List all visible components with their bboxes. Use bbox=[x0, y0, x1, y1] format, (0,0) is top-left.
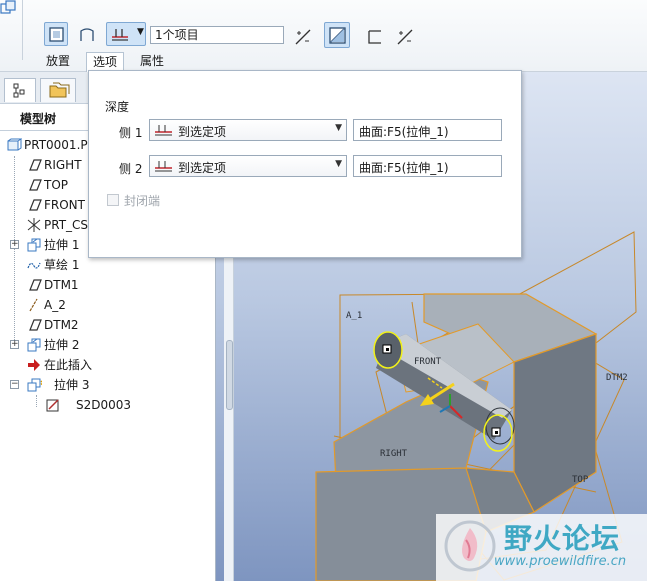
thicken-sketch-button[interactable] bbox=[362, 24, 386, 48]
watermark-url: www.proewildfire.cn bbox=[494, 554, 627, 569]
tab-properties[interactable]: 属性 bbox=[134, 52, 170, 72]
label-top: TOP bbox=[572, 475, 589, 485]
app-corner-icon bbox=[0, 0, 16, 14]
section-sketch-icon: ✱ bbox=[46, 399, 59, 412]
reference-collector-field[interactable]: 1个项目 bbox=[150, 26, 284, 44]
sketch-icon bbox=[27, 262, 41, 269]
chevron-down-icon: ▼ bbox=[137, 27, 144, 37]
expand-toggle[interactable]: + bbox=[10, 240, 19, 249]
datum-plane-icon bbox=[29, 179, 42, 191]
datum-plane-icon bbox=[29, 319, 42, 331]
datum-axis-icon bbox=[29, 298, 38, 312]
solid-icon bbox=[49, 27, 64, 42]
label-front: FRONT bbox=[414, 357, 442, 367]
part-icon bbox=[7, 138, 22, 151]
side1-depth-select[interactable]: 到选定项 ▼ bbox=[149, 119, 347, 141]
side1-label: 侧 1 bbox=[119, 126, 143, 140]
tree-connector bbox=[36, 395, 37, 407]
flip-thicken-icon bbox=[397, 29, 413, 45]
model-tree-tab[interactable] bbox=[4, 78, 36, 102]
insert-here-arrow-icon bbox=[28, 359, 40, 371]
flip-thicken-button[interactable] bbox=[392, 24, 416, 48]
model-tree-icon bbox=[13, 83, 25, 98]
splitter-grip[interactable] bbox=[226, 340, 233, 410]
toolbar-divider bbox=[22, 0, 23, 60]
extrude-icon bbox=[27, 238, 41, 252]
thicken-icon bbox=[368, 30, 381, 44]
datum-plane-icon bbox=[29, 159, 42, 171]
capped-ends-label: 封闭端 bbox=[124, 194, 161, 208]
depth-to-selected-icon bbox=[155, 161, 172, 172]
label-a1: A_1 bbox=[346, 311, 362, 321]
extrude-icon: ✱ bbox=[27, 378, 42, 392]
coordinate-system-icon bbox=[27, 218, 41, 232]
depth-option-dropdown[interactable]: ▼ bbox=[106, 22, 146, 46]
surface-icon bbox=[80, 28, 94, 41]
tree-connector bbox=[14, 156, 15, 346]
expand-toggle[interactable]: + bbox=[10, 340, 19, 349]
folder-browser-tab[interactable] bbox=[40, 78, 76, 102]
flame-logo-icon bbox=[444, 520, 496, 572]
datum-plane-icon bbox=[29, 279, 42, 291]
depth-to-selected-icon bbox=[155, 125, 172, 136]
label-dtm2: DTM2 bbox=[606, 373, 628, 383]
options-panel: 深度 侧 1 到选定项 ▼ 曲面:F5(拉伸_1) 侧 2 到选定项 ▼ 曲面:… bbox=[88, 70, 522, 258]
flip-direction-button[interactable] bbox=[290, 24, 314, 48]
side2-reference-field[interactable]: 曲面:F5(拉伸_1) bbox=[353, 155, 502, 177]
flip-direction-icon bbox=[295, 29, 311, 45]
depth-section-title: 深度 bbox=[105, 100, 130, 114]
side2-depth-select[interactable]: 到选定项 ▼ bbox=[149, 155, 347, 177]
extrude-dashboard: ▼ 1个项目 放置 选项 属性 bbox=[0, 0, 647, 73]
remove-material-button[interactable] bbox=[324, 22, 350, 48]
svg-text:✱: ✱ bbox=[40, 379, 42, 389]
solid-extrude-button[interactable] bbox=[44, 22, 68, 46]
collapse-toggle[interactable]: − bbox=[10, 380, 19, 389]
depth-to-selected-icon bbox=[112, 29, 128, 41]
model-tree-title: 模型树 bbox=[20, 112, 57, 126]
extrude-icon bbox=[27, 338, 41, 352]
folder-icon bbox=[49, 82, 70, 98]
side1-reference-field[interactable]: 曲面:F5(拉伸_1) bbox=[353, 119, 502, 141]
forum-watermark: 野火论坛 www.proewildfire.cn bbox=[436, 514, 647, 581]
surface-extrude-button[interactable] bbox=[74, 22, 98, 46]
chevron-down-icon: ▼ bbox=[335, 159, 342, 169]
watermark-title: 野火论坛 bbox=[504, 522, 621, 555]
chevron-down-icon: ▼ bbox=[335, 123, 342, 133]
label-right: RIGHT bbox=[380, 449, 408, 459]
datum-plane-icon bbox=[29, 199, 42, 211]
remove-material-icon bbox=[329, 27, 346, 44]
tab-placement[interactable]: 放置 bbox=[40, 52, 76, 72]
checkbox-box[interactable] bbox=[107, 194, 119, 206]
side2-label: 侧 2 bbox=[119, 162, 143, 176]
